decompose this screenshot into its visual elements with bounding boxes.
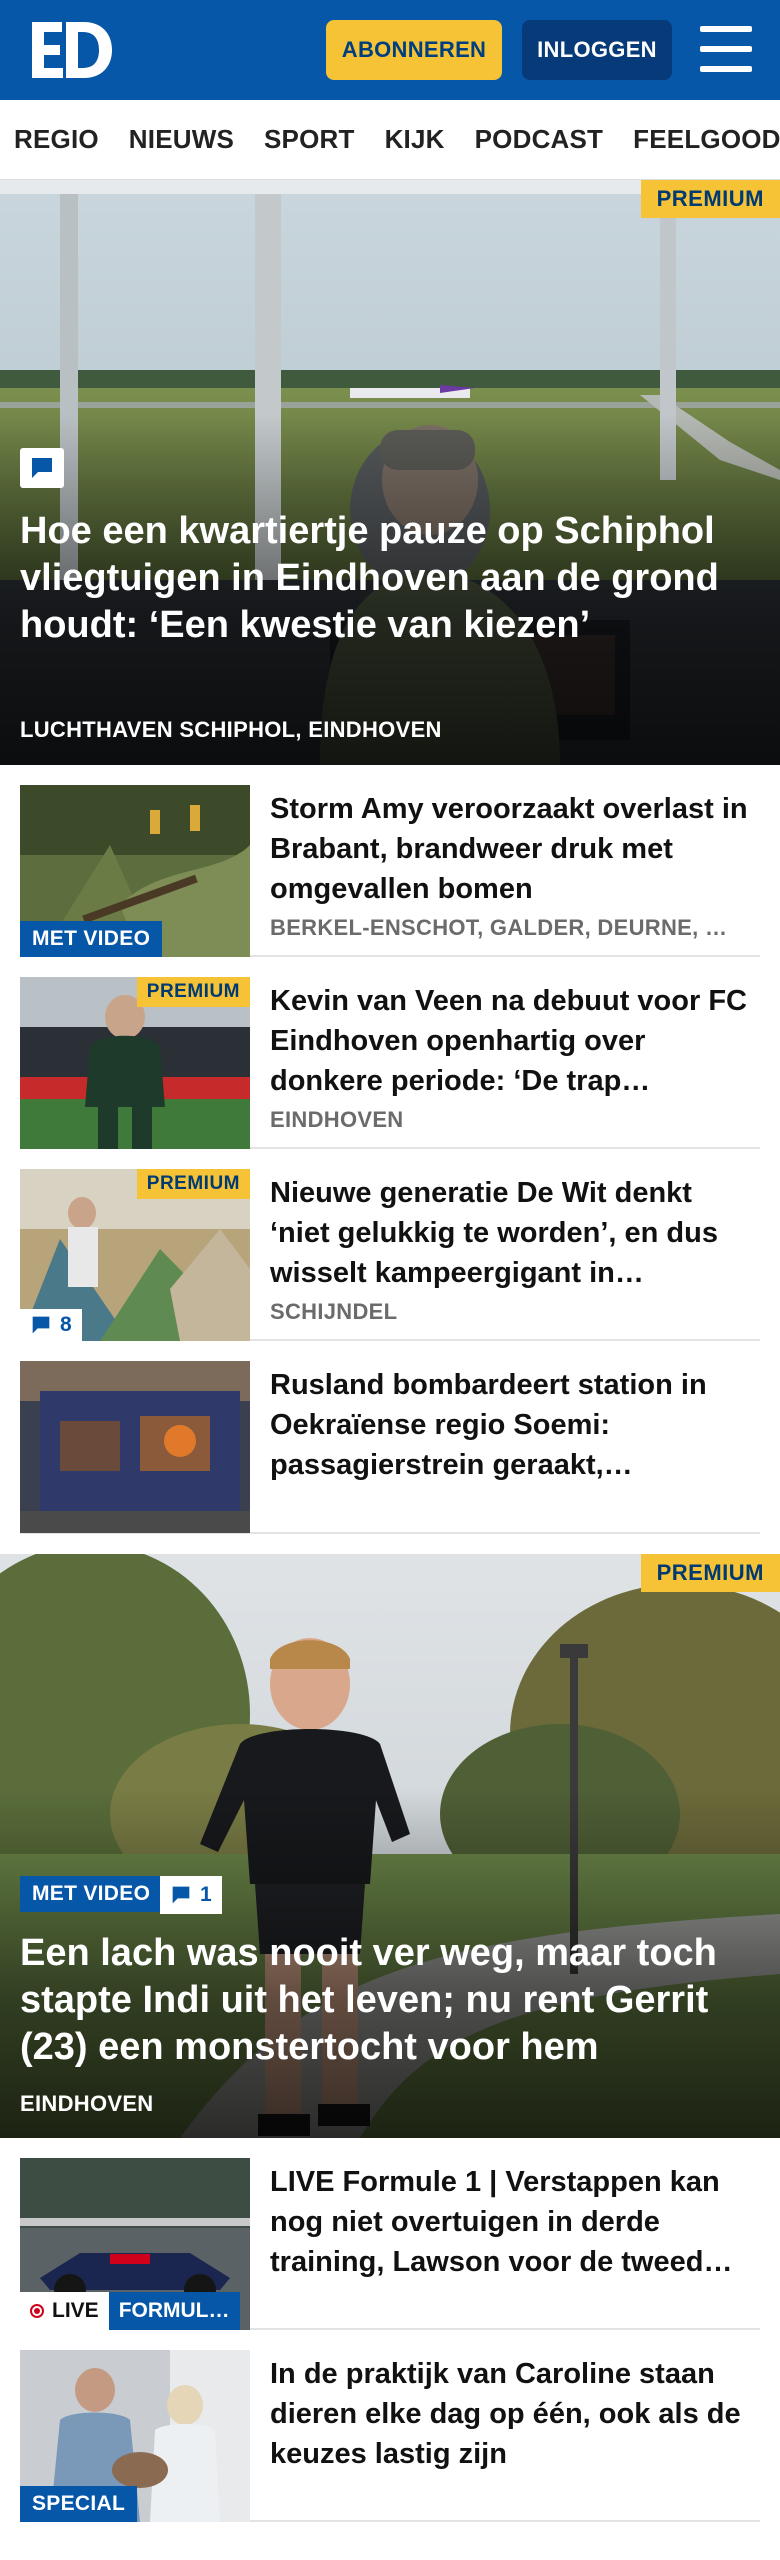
live-dot-icon (30, 2304, 44, 2318)
article-title[interactable]: Rusland bombardeert station in Oekraïens… (270, 1365, 756, 1485)
nav-item-podcast[interactable]: PODCAST (475, 124, 604, 155)
section-nav: REGIO NIEUWS SPORT KIJK PODCAST FEELGOOD… (0, 100, 780, 180)
comment-count[interactable]: 8 (20, 1309, 82, 1341)
list-item[interactable]: LIVE FORMUL… LIVE Formule 1 | Verstappen… (20, 2138, 760, 2330)
nav-item-sport[interactable]: SPORT (264, 124, 355, 155)
premium-badge: PREMIUM (640, 1554, 780, 1592)
thumb-formula1-car-image: LIVE FORMUL… (20, 2158, 250, 2330)
ed-logo-mark (32, 22, 112, 78)
list-item[interactable]: PREMIUM Kevin van Veen na debuut voor FC… (20, 957, 760, 1149)
subscribe-button[interactable]: ABONNEREN (326, 20, 502, 80)
premium-badge: PREMIUM (136, 1169, 250, 1199)
live-label: LIVE (52, 2299, 99, 2322)
article-title[interactable]: LIVE Formule 1 | Verstappen kan nog niet… (270, 2162, 756, 2282)
list-item[interactable]: PREMIUM 8 Nieuwe generatie De Wit denkt … (20, 1149, 760, 1341)
article-title[interactable]: Kevin van Veen na debuut voor FC Eindhov… (270, 981, 756, 1101)
video-tag: MET VIDEO (20, 1876, 163, 1912)
nav-item-feelgood[interactable]: FEELGOOD (633, 124, 780, 155)
article-title[interactable]: In de praktijk van Caroline staan dieren… (270, 2354, 756, 2474)
thumb-veterinarian-image: SPECIAL (20, 2350, 250, 2522)
nav-item-nieuws[interactable]: NIEUWS (129, 124, 234, 155)
article-title[interactable]: Storm Amy veroorzaakt overlast in Braban… (270, 789, 756, 909)
special-tag: SPECIAL (20, 2486, 138, 2522)
comment-icon (172, 1886, 190, 1904)
thumb-storm-image: MET VIDEO (20, 785, 250, 957)
comment-count-value: 1 (200, 1883, 212, 1906)
live-indicator: LIVE (20, 2292, 109, 2330)
thumb-football-player-image: PREMIUM (20, 977, 250, 1149)
hamburger-menu-icon[interactable] (700, 26, 752, 72)
thumb-camping-tents-image: PREMIUM 8 (20, 1169, 250, 1341)
hero-location: LUCHTHAVEN SCHIPHOL, EINDHOVEN (20, 717, 442, 742)
hero-article-schiphol[interactable]: PREMIUM Hoe een kwartiertje pauze op Sch… (0, 180, 780, 765)
comment-count-value: 8 (60, 1313, 72, 1336)
hero-location: EINDHOVEN (20, 2091, 154, 2116)
nav-item-kijk[interactable]: KIJK (385, 124, 445, 155)
comment-icon (32, 1316, 50, 1334)
category-tag: FORMUL… (108, 2292, 240, 2330)
hero-title[interactable]: Een lach was nooit ver weg, maar toch st… (20, 1930, 756, 2071)
list-item[interactable]: SPECIAL In de praktijk van Caroline staa… (20, 2330, 760, 2522)
nav-item-regio[interactable]: REGIO (14, 124, 99, 155)
video-tag: MET VIDEO (20, 921, 163, 957)
article-title[interactable]: Nieuwe generatie De Wit denkt ‘niet gelu… (270, 1173, 756, 1293)
comment-icon[interactable] (20, 448, 64, 488)
live-tag: LIVE FORMUL… (20, 2292, 240, 2330)
article-location: SCHIJNDEL (270, 1299, 398, 1324)
thumb-train-damage-image (20, 1361, 250, 1533)
article-location: BERKEL-ENSCHOT, GALDER, DEURNE, … (270, 915, 728, 940)
site-header: ABONNEREN INLOGGEN (0, 0, 780, 100)
hero-title[interactable]: Hoe een kwartiertje pauze op Schiphol vl… (20, 508, 756, 649)
premium-badge: PREMIUM (136, 977, 250, 1007)
article-location: EINDHOVEN (270, 1107, 404, 1132)
list-item[interactable]: Rusland bombardeert station in Oekraïens… (20, 1341, 760, 1534)
comment-count[interactable]: 1 (160, 1876, 222, 1914)
hero-article-runner[interactable]: PREMIUM MET VIDEO 1 Een lach was nooit v… (0, 1554, 780, 2138)
list-item[interactable]: MET VIDEO Storm Amy veroorzaakt overlast… (20, 765, 760, 957)
login-button[interactable]: INLOGGEN (522, 20, 672, 80)
premium-badge: PREMIUM (640, 180, 780, 218)
ed-logo[interactable] (28, 18, 116, 82)
